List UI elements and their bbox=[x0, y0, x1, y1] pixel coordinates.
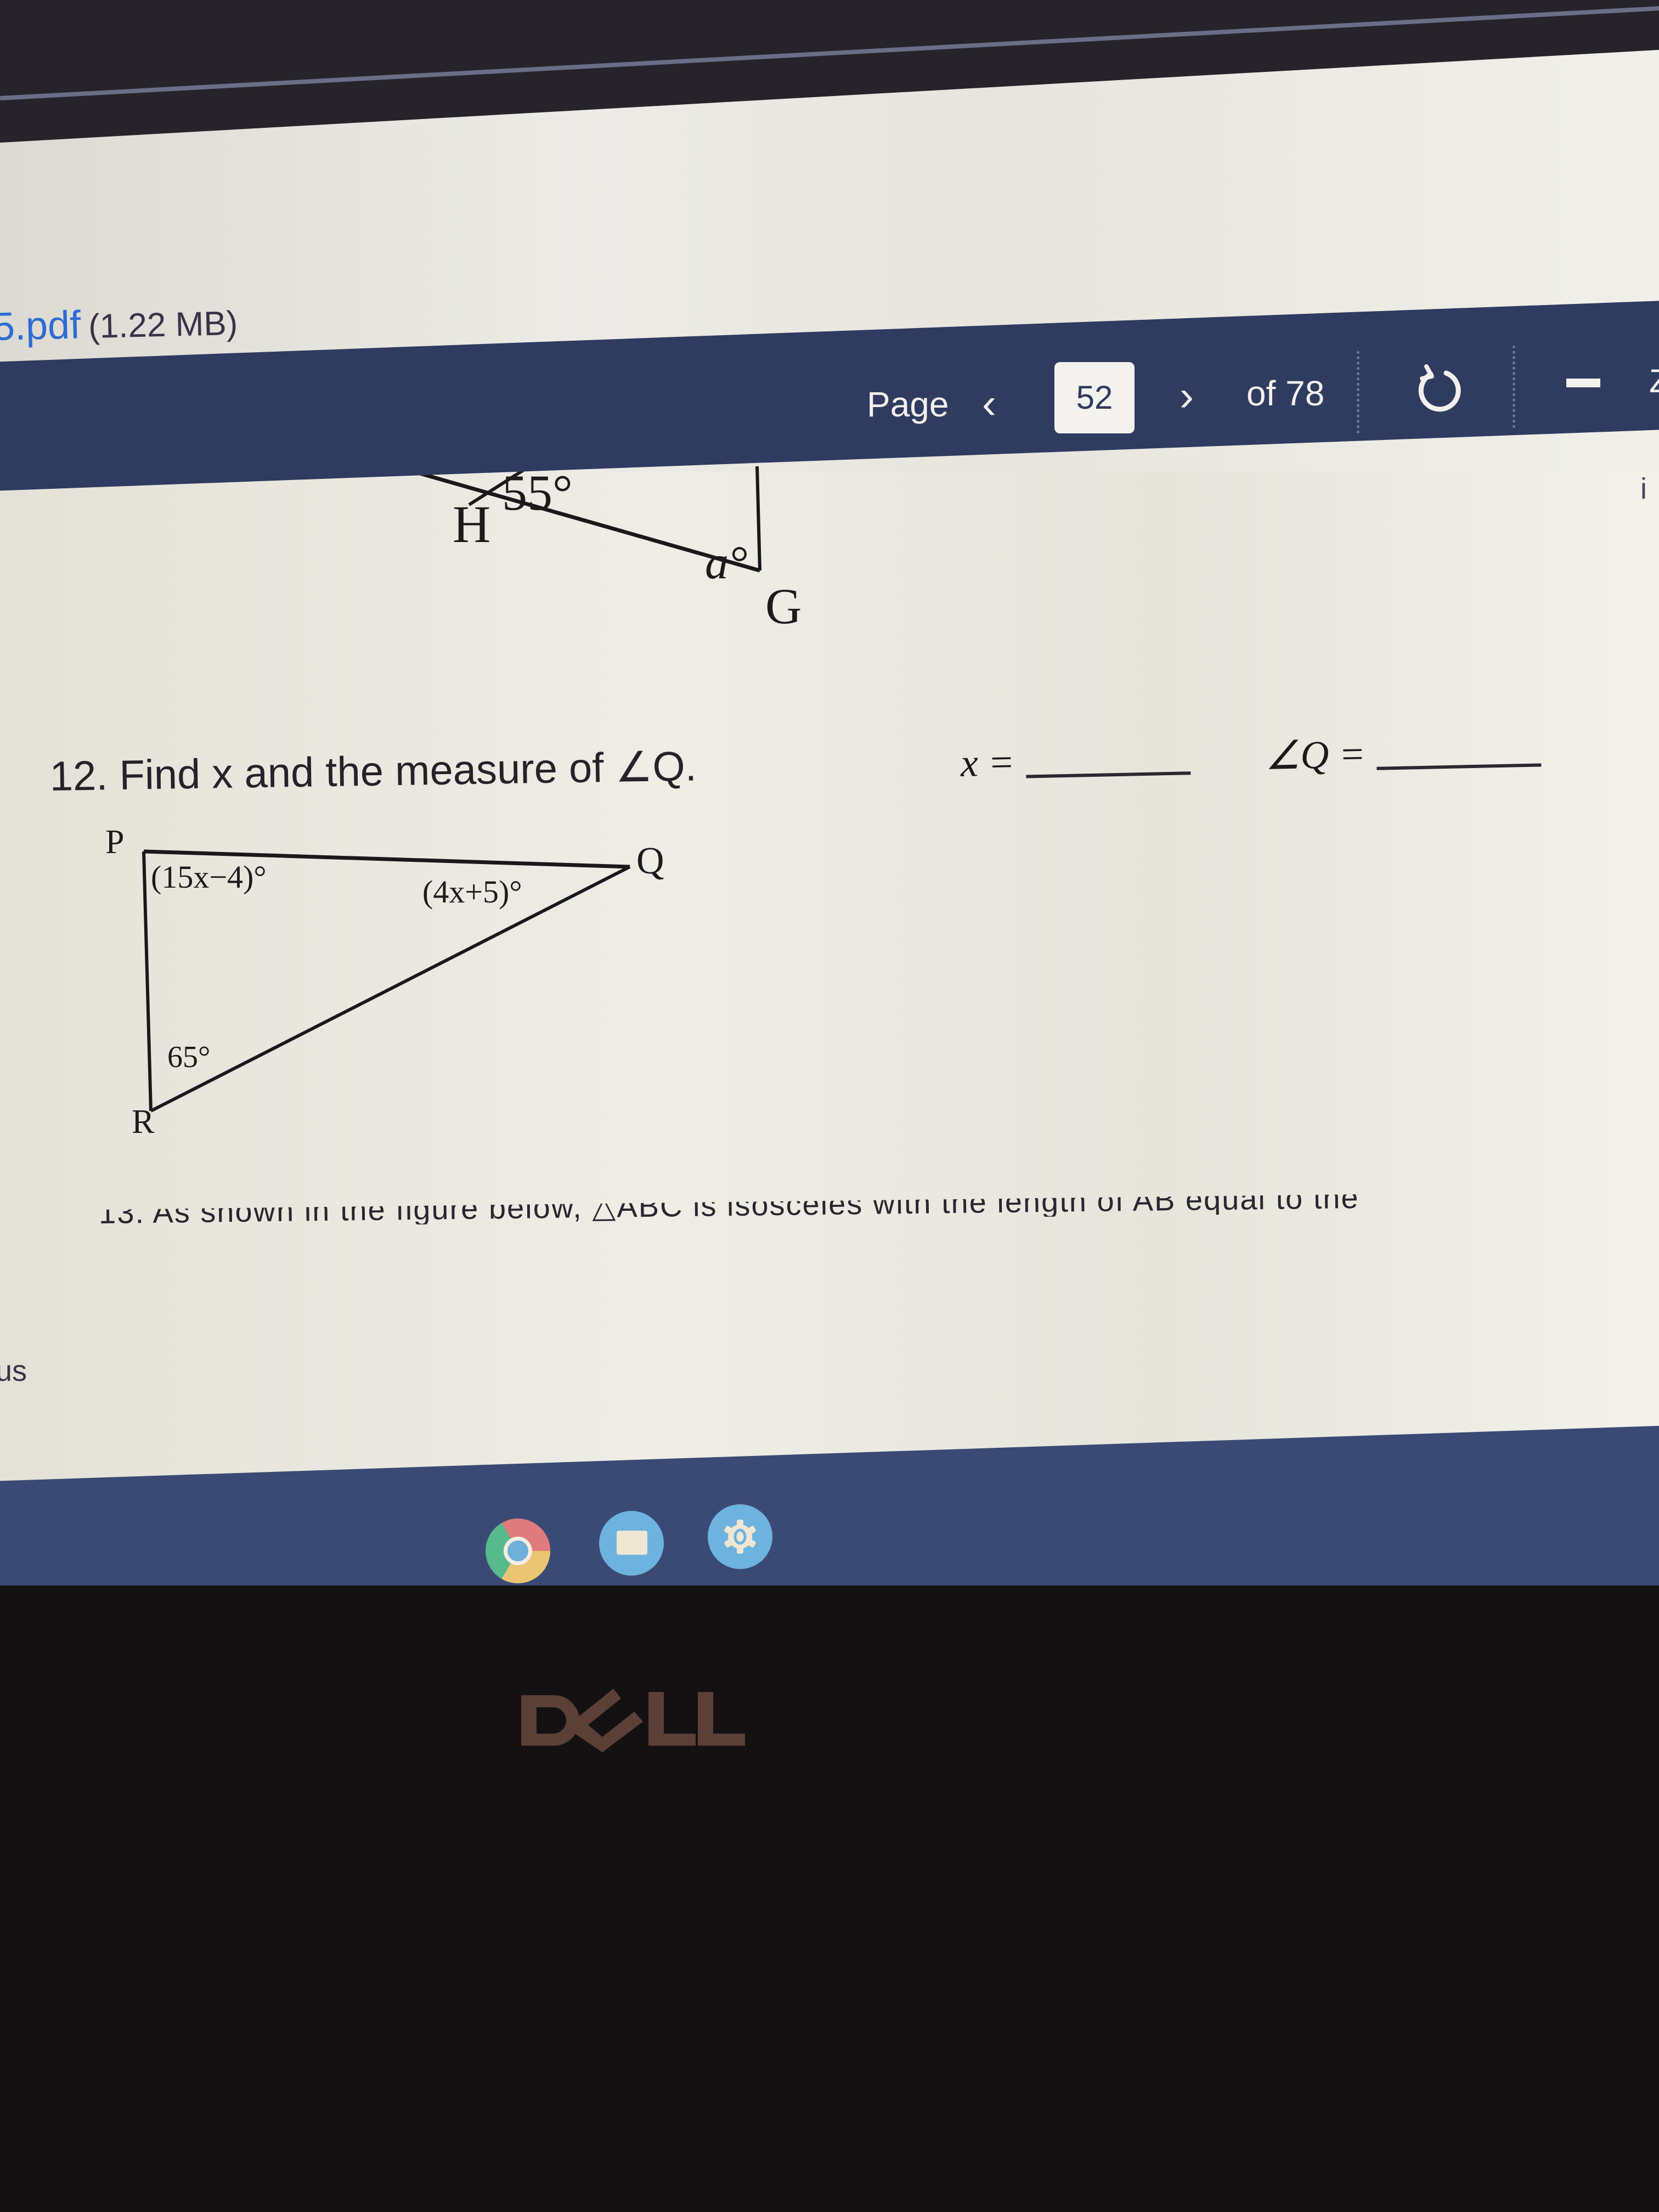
question-12: 12. Find x and the measure of ∠Q. bbox=[49, 743, 697, 800]
shelf-app-files[interactable] bbox=[599, 1511, 664, 1576]
vertex-label-h: H bbox=[453, 495, 491, 554]
bottom-bezel bbox=[0, 1585, 1659, 2212]
page-number-input[interactable] bbox=[1054, 362, 1135, 433]
dell-logo: DELL bbox=[521, 1684, 752, 1758]
side-rq bbox=[150, 865, 631, 1113]
vertex-label-q: Q bbox=[636, 840, 664, 882]
angle-label-g: a° bbox=[705, 536, 748, 589]
angle-label-r: 65° bbox=[167, 1040, 211, 1074]
shelf-app-settings[interactable] bbox=[708, 1504, 772, 1569]
page-label: Page bbox=[867, 385, 949, 424]
toolbar-separator bbox=[1513, 346, 1518, 428]
chevron-left-icon: ‹ bbox=[982, 379, 996, 427]
side-pr bbox=[142, 851, 153, 1111]
left-edge-label: us bbox=[0, 1355, 27, 1387]
angle-label-q: (4x+5)° bbox=[422, 874, 522, 910]
rotate-button[interactable] bbox=[1414, 362, 1464, 417]
page-count: of 78 bbox=[1246, 374, 1325, 413]
chevron-right-icon: › bbox=[1180, 371, 1194, 420]
angle-label-h: 55° bbox=[502, 465, 573, 521]
vertex-label-g: G bbox=[765, 578, 802, 634]
dell-logo-mark bbox=[521, 1689, 745, 1752]
next-page-button[interactable]: › bbox=[1180, 371, 1194, 421]
x-answer-blank bbox=[1025, 771, 1190, 778]
toolbar-separator bbox=[1357, 351, 1362, 433]
angle-q-answer-blank bbox=[1376, 763, 1542, 770]
screen: 5.pdf(1.22 MB) H 55° a° G Page ‹ › of 78… bbox=[0, 0, 1659, 1596]
gear-icon bbox=[724, 1520, 756, 1554]
info-mark: i bbox=[1640, 472, 1647, 505]
zoom-level[interactable]: Z bbox=[1649, 362, 1659, 400]
angle-q-answer-field: ∠Q = bbox=[1265, 726, 1542, 779]
vertex-label-p: P bbox=[105, 823, 125, 861]
side-g-vertical bbox=[755, 466, 761, 571]
x-answer-label: x = bbox=[960, 740, 1015, 785]
vertex-label-r: R bbox=[132, 1103, 155, 1141]
shelf-app-chrome[interactable] bbox=[486, 1519, 550, 1583]
x-answer-field: x = bbox=[960, 736, 1190, 786]
rotate-icon bbox=[1418, 364, 1461, 412]
angle-q-answer-label: ∠Q = bbox=[1265, 732, 1366, 778]
zoom-out-button[interactable] bbox=[1566, 379, 1600, 387]
chrome-icon bbox=[504, 1537, 532, 1565]
angle-label-p: (15x−4)° bbox=[151, 859, 267, 895]
previous-page-button[interactable]: ‹ bbox=[982, 379, 996, 428]
folder-icon bbox=[617, 1531, 647, 1555]
